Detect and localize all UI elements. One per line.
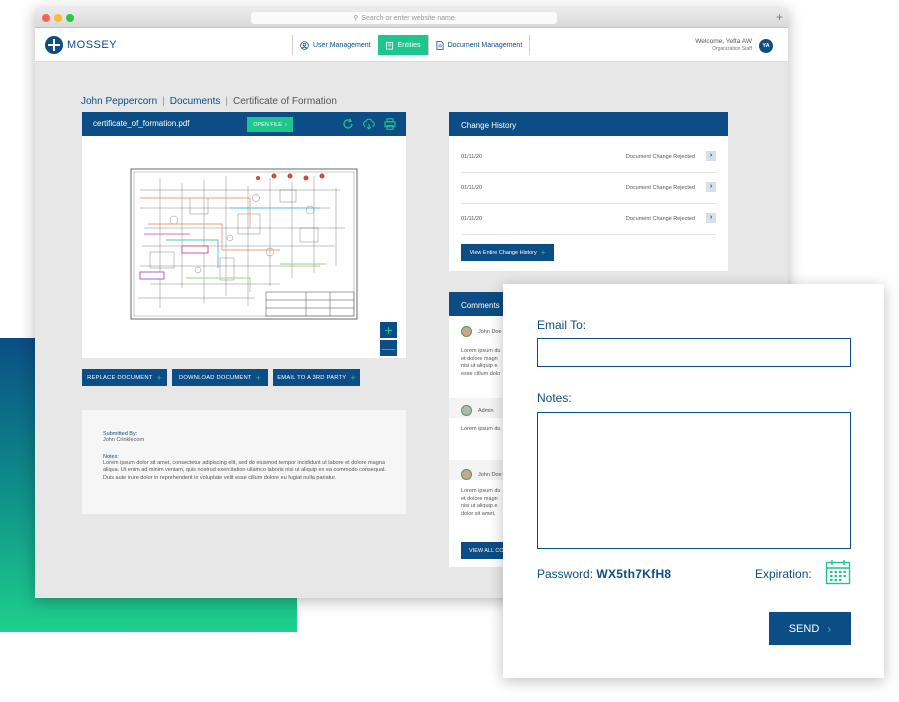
history-date: 01/11/20 [461, 216, 483, 222]
history-row: 01/11/20 Document Change Rejected › [461, 173, 716, 204]
history-status: Document Change Rejected [625, 216, 695, 222]
expiration-label: Expiration: [755, 567, 812, 581]
breadcrumb-link[interactable]: Documents [170, 96, 221, 107]
browser-toolbar: ⚲ Search or enter website name + [35, 8, 788, 28]
comment-author: John Doe [478, 472, 502, 478]
print-icon[interactable] [383, 117, 397, 131]
nav-label: Document Management [447, 41, 523, 49]
user-icon [300, 40, 309, 50]
new-tab-button[interactable]: + [776, 10, 783, 24]
view-change-history-button[interactable]: View Entire Change History + [461, 244, 554, 261]
main-nav: User Management Entities Document Manage… [292, 35, 531, 55]
nav-user-management[interactable]: User Management [292, 35, 378, 55]
breadcrumb-separator: | [162, 96, 165, 107]
address-placeholder: Search or enter website name [361, 14, 455, 22]
user-role: Organization Staff [712, 46, 752, 52]
password-display: Password: WX5th7KfH8 [537, 567, 671, 581]
history-status: Document Change Rejected [625, 154, 695, 160]
zoom-out-button[interactable]: — [380, 340, 397, 356]
app-header: MOSSEY User Management Entities Document… [35, 28, 788, 62]
comment-author: Admin [478, 408, 494, 414]
viewer-header: certificate_of_formation.pdf OPEN FILE › [82, 112, 406, 136]
refresh-icon[interactable] [341, 117, 355, 131]
address-bar[interactable]: ⚲ Search or enter website name [251, 12, 557, 24]
search-icon: ⚲ [353, 15, 359, 22]
breadcrumb: John Peppercorn | Documents | Certificat… [81, 96, 337, 107]
button-label: EMAIL TO A 3RD PARTY [277, 374, 347, 381]
user-greeting: Welcome, Yefta AW Organization Staff [695, 38, 752, 52]
notes-label: Notes: [537, 391, 572, 405]
avatar[interactable]: YA [759, 39, 773, 53]
nav-document-management[interactable]: Document Management [427, 35, 531, 55]
change-history-panel: Change History 01/11/20 Document Change … [449, 112, 728, 271]
send-button[interactable]: SEND › [769, 612, 851, 645]
history-date: 01/11/20 [461, 154, 483, 160]
panel-title: Change History [449, 112, 728, 136]
nav-label: User Management [313, 41, 371, 49]
password-label: Password: [537, 567, 594, 581]
email-field[interactable] [537, 338, 851, 367]
submission-details: Submitted By: John Crinklecorn Notes: Lo… [82, 410, 406, 514]
minimize-window-button[interactable] [54, 14, 62, 22]
chevron-right-icon: › [284, 121, 287, 128]
email-document-modal: Email To: Notes: Password: WX5th7KfH8 Ex… [503, 284, 884, 678]
avatar [461, 326, 472, 337]
email-third-party-button[interactable]: EMAIL TO A 3RD PARTY + [273, 369, 360, 386]
chevron-right-icon: › [827, 621, 832, 636]
notes-textarea[interactable] [537, 412, 851, 549]
send-label: SEND [788, 622, 820, 635]
open-file-button[interactable]: OPEN FILE › [247, 117, 293, 132]
logo-icon [45, 36, 63, 54]
plus-icon: + [350, 372, 356, 383]
history-status: Document Change Rejected [625, 185, 695, 191]
logo[interactable]: MOSSEY [45, 36, 117, 54]
breadcrumb-separator: | [225, 96, 228, 107]
button-label: REPLACE DOCUMENT [87, 374, 153, 381]
password-value: WX5th7KfH8 [596, 567, 672, 581]
document-preview [130, 168, 358, 320]
close-window-button[interactable] [42, 14, 50, 22]
email-to-label: Email To: [537, 318, 587, 332]
history-date: 01/11/20 [461, 185, 483, 191]
calendar-icon[interactable] [825, 559, 851, 585]
building-icon [385, 41, 393, 50]
replace-document-button[interactable]: REPLACE DOCUMENT + [82, 369, 167, 386]
notes-text: Lorem ipsum dolor sit amet, consectetur … [103, 459, 387, 481]
avatar [461, 469, 472, 480]
button-label: DOWNLOAD DOCUMENT [178, 374, 252, 381]
history-row: 01/11/20 Document Change Rejected › [461, 204, 716, 235]
maximize-window-button[interactable] [66, 14, 74, 22]
button-label: View Entire Change History [469, 249, 537, 256]
history-row: 01/11/20 Document Change Rejected › [461, 142, 716, 173]
plus-icon: + [156, 372, 162, 383]
nav-entities[interactable]: Entities [377, 35, 428, 55]
logo-text: MOSSEY [67, 39, 118, 51]
document-filename: certificate_of_formation.pdf [93, 119, 190, 128]
chevron-right-icon[interactable]: › [706, 182, 716, 192]
breadcrumb-current: Certificate of Formation [232, 96, 337, 107]
avatar [461, 405, 472, 416]
open-file-label: OPEN FILE [253, 121, 282, 128]
plus-icon: + [540, 248, 546, 257]
chevron-right-icon[interactable]: › [706, 213, 716, 223]
document-viewer: certificate_of_formation.pdf OPEN FILE › [82, 112, 406, 358]
download-document-button[interactable]: DOWNLOAD DOCUMENT + [172, 369, 268, 386]
plus-icon: + [255, 372, 262, 383]
welcome-text: Welcome, Yefta AW [695, 38, 752, 45]
document-icon [436, 40, 444, 50]
breadcrumb-link[interactable]: John Peppercorn [81, 96, 157, 107]
cloud-download-icon[interactable] [362, 117, 376, 131]
nav-label: Entities [397, 41, 421, 49]
chevron-right-icon[interactable]: › [706, 151, 716, 161]
comment-author: John Doe [478, 329, 502, 335]
zoom-in-button[interactable]: + [380, 322, 397, 338]
submitted-by-value: John Crinklecorn [103, 437, 145, 443]
